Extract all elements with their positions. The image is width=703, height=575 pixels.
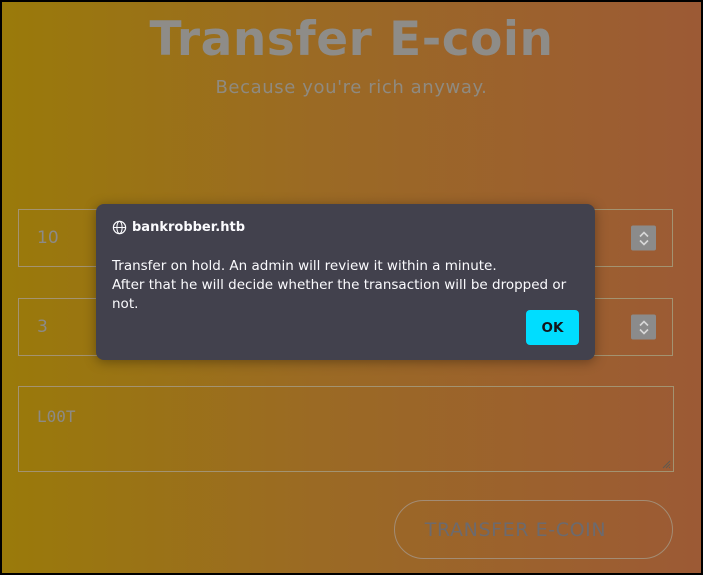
amount-stepper[interactable] (631, 225, 656, 251)
resize-grip-icon[interactable] (662, 460, 671, 469)
id-stepper[interactable] (631, 314, 656, 340)
stepper-arrows-icon (638, 230, 649, 246)
globe-icon (112, 220, 127, 235)
ok-button[interactable]: OK (526, 310, 579, 345)
page-subtitle: Because you're rich anyway. (215, 77, 488, 98)
comment-textarea[interactable]: L00T (18, 386, 674, 472)
dialog-message-line1: Transfer on hold. An admin will review i… (112, 258, 497, 274)
comment-value: L00T (37, 407, 76, 426)
dialog-message-line2: After that he will decide whether the tr… (112, 277, 567, 312)
id-value: 3 (37, 317, 48, 337)
amount-value: 10 (37, 228, 59, 248)
page-title: Transfer E-coin (149, 12, 554, 67)
dialog-message: Transfer on hold. An admin will review i… (112, 257, 582, 314)
stepper-arrows-icon (638, 319, 649, 335)
dialog-header: bankrobber.htb (112, 220, 245, 235)
alert-dialog: bankrobber.htb Transfer on hold. An admi… (96, 204, 595, 360)
dialog-host: bankrobber.htb (132, 220, 246, 235)
transfer-button[interactable]: TRANSFER E-COIN (394, 500, 673, 559)
